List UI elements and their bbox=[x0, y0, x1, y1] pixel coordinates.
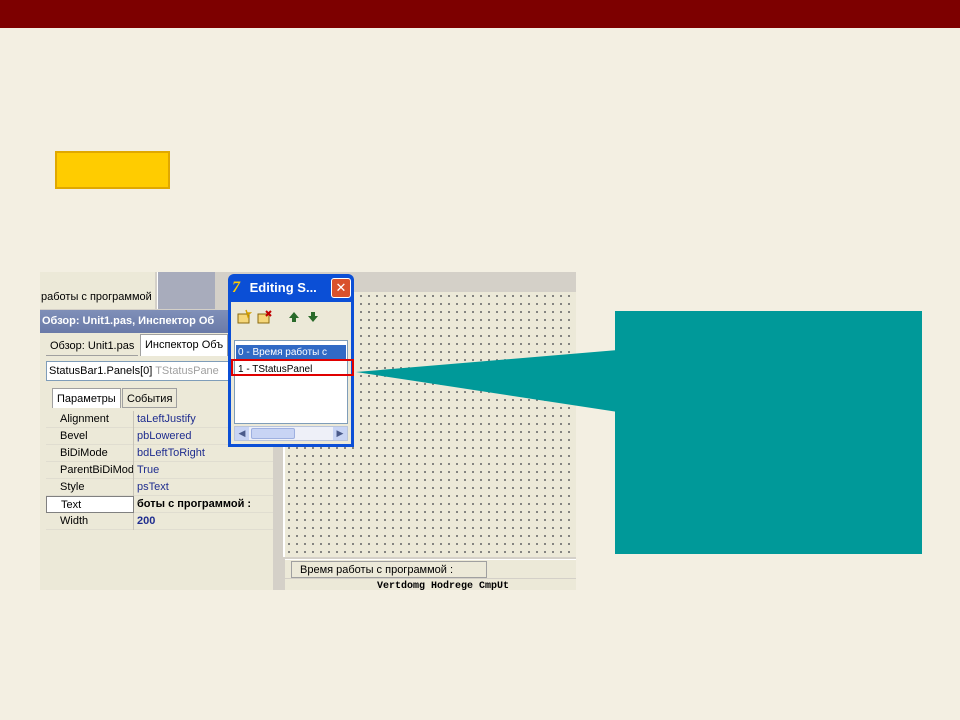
list-item[interactable]: 0 - Время работы с bbox=[236, 345, 346, 360]
gray-panel bbox=[157, 272, 215, 309]
add-new-icon[interactable] bbox=[236, 309, 253, 325]
property-name: BiDiMode bbox=[46, 445, 134, 462]
property-name: Style bbox=[46, 479, 134, 496]
gray-panel-right bbox=[215, 272, 225, 309]
status-bar[interactable]: Время работы с программой : bbox=[285, 559, 576, 578]
property-value[interactable]: True bbox=[137, 462, 272, 479]
property-name: ParentBiDiMod bbox=[46, 462, 134, 479]
property-value[interactable]: 200 bbox=[137, 513, 272, 530]
scroll-right-icon[interactable]: ▶ bbox=[333, 427, 347, 440]
scroll-left-icon[interactable]: ◀ bbox=[235, 427, 249, 440]
move-down-icon[interactable] bbox=[305, 309, 321, 325]
tab-object-inspector[interactable]: Инспектор Объ bbox=[140, 334, 229, 356]
property-name: Alignment bbox=[46, 411, 134, 428]
property-name: Width bbox=[46, 513, 134, 530]
ide-screenshot: работы с программой Обзор: Unit1.pas, Ин… bbox=[40, 272, 576, 590]
close-icon[interactable]: ✕ bbox=[331, 278, 351, 298]
form-caption-strip: работы с программой bbox=[40, 272, 155, 309]
bottom-strip: Vertdomg Hodrege CmpUt bbox=[285, 579, 576, 590]
bottom-text: Vertdomg Hodrege CmpUt bbox=[377, 581, 510, 590]
panels-list[interactable]: 0 - Время работы с 1 - TStatusPanel bbox=[234, 340, 348, 424]
property-name: Text bbox=[46, 496, 134, 513]
selected-object-type: TStatusPane bbox=[155, 365, 219, 377]
scroll-thumb[interactable] bbox=[251, 428, 295, 439]
horizontal-scrollbar[interactable]: ◀ ▶ bbox=[234, 426, 348, 441]
tab-events[interactable]: События bbox=[122, 388, 178, 408]
tab-properties[interactable]: Параметры bbox=[52, 388, 121, 408]
property-row[interactable]: Width 200 bbox=[46, 513, 273, 530]
move-up-icon[interactable] bbox=[286, 309, 302, 325]
selected-object-name: StatusBar1.Panels[0] bbox=[49, 365, 153, 377]
callout-box bbox=[615, 311, 922, 554]
property-row[interactable]: BiDiMode bdLeftToRight bbox=[46, 445, 273, 462]
property-row[interactable]: ParentBiDiMod True bbox=[46, 462, 273, 479]
status-panel-0[interactable]: Время работы с программой : bbox=[291, 561, 487, 578]
highlight-box bbox=[231, 359, 354, 376]
delphi-logo-icon: 7 bbox=[232, 279, 240, 296]
dialog-title-text: Editing S... bbox=[249, 280, 317, 295]
property-value-input[interactable]: боты с программой : bbox=[137, 496, 272, 513]
property-value[interactable]: psText bbox=[137, 479, 272, 496]
delete-icon[interactable] bbox=[257, 309, 273, 325]
property-row[interactable]: Style psText bbox=[46, 479, 273, 496]
form-caption-text: работы с программой bbox=[41, 291, 152, 303]
yellow-marker bbox=[55, 151, 170, 189]
property-name: Bevel bbox=[46, 428, 134, 445]
property-value[interactable]: bdLeftToRight bbox=[137, 445, 272, 462]
property-row-selected[interactable]: Text боты с программой : bbox=[46, 496, 273, 513]
slide-header-bar bbox=[0, 0, 960, 28]
dialog-title: 7 Editing S... bbox=[232, 276, 317, 300]
tab-unit-browser[interactable]: Обзор: Unit1.pas bbox=[46, 336, 139, 356]
